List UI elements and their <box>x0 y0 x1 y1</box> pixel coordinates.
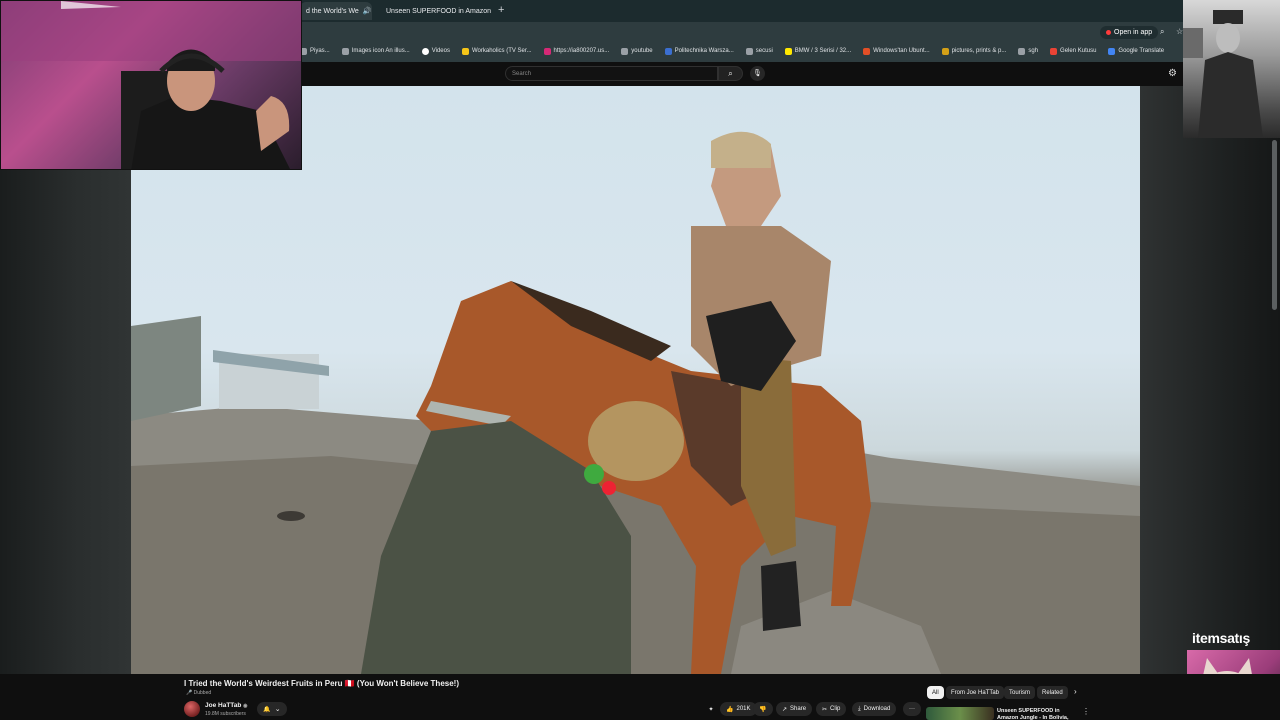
bookmark-item[interactable]: youtube <box>621 47 653 55</box>
scissors-icon: ✂ <box>822 706 828 713</box>
webcam-overlay <box>0 0 302 170</box>
settings-icon[interactable]: ⚙ <box>1168 68 1177 79</box>
sahibinden-icon <box>784 47 792 55</box>
figure-coat <box>1198 52 1263 138</box>
bookmark-item[interactable]: BMW / 3 Serisi / 32... <box>784 47 851 55</box>
open-app-dot-icon <box>1106 30 1111 35</box>
pompom <box>602 481 616 495</box>
recommended-thumbnail[interactable] <box>926 707 994 720</box>
chevron-down-icon: ⌄ <box>274 706 281 713</box>
tab-label: Unseen SUPERFOOD in Amazon <box>386 7 492 15</box>
pw-icon <box>664 47 672 55</box>
folder-icon <box>1018 47 1026 55</box>
dislike-button[interactable]: 👎 <box>753 702 773 716</box>
zoom-search-icon[interactable]: ⌕ <box>1160 27 1164 37</box>
thumbs-down-icon: 👎 <box>759 706 767 713</box>
bookmark-item[interactable]: secusi <box>745 47 773 55</box>
chevron-right-icon[interactable]: › <box>1074 687 1077 696</box>
ambient-right <box>1140 86 1280 674</box>
sparkle-icon: ✦ <box>708 706 714 713</box>
historic-photo-overlay <box>1183 0 1280 138</box>
folder-icon <box>621 47 629 55</box>
bookmark-list: Piyas... Images icon An illus... Videos … <box>300 44 1164 58</box>
rock <box>277 511 305 521</box>
download-button[interactable]: ⤓ Download <box>852 702 897 716</box>
bookmark-item[interactable]: Google Translate <box>1108 47 1164 55</box>
translate-icon <box>1108 47 1116 55</box>
page-scrollbar[interactable] <box>1272 140 1277 310</box>
recommended-title[interactable]: Unseen SUPERFOOD in Amazon Jungle - In B… <box>997 708 1079 720</box>
bookmark-item[interactable]: Windows'tan Ubunt... <box>863 47 930 55</box>
bookmark-item[interactable]: Politechnika Warsza... <box>664 47 734 55</box>
like-count: 201K <box>736 706 751 712</box>
dubbed-badge: 🎤 Dubbed <box>186 690 212 696</box>
recommended-more-icon[interactable]: ⋮ <box>1082 707 1090 716</box>
bookmark-item[interactable]: Piyas... <box>300 47 330 55</box>
new-tab-button[interactable]: + <box>498 4 504 16</box>
folder-icon <box>745 47 753 55</box>
gmail-icon <box>1050 47 1058 55</box>
screen: d the World's We 🔊 × Unseen SUPERFOOD in… <box>0 0 1280 720</box>
video-title: I Tried the World's Weirdest Fruits in P… <box>184 679 459 688</box>
video-player[interactable] <box>131 86 1140 674</box>
more-actions-button[interactable]: ··· <box>903 702 921 716</box>
like-button[interactable]: 👍 201K <box>720 702 757 716</box>
tab-label: d the World's We <box>306 7 359 15</box>
chip-all[interactable]: All <box>927 686 944 699</box>
imdb-icon <box>461 47 469 55</box>
video-frame-illustration <box>131 131 1140 674</box>
channel-avatar[interactable] <box>184 701 200 717</box>
search-button[interactable]: ⌕ <box>718 66 743 81</box>
subscriber-count: 19.8M subscribers <box>205 711 246 717</box>
share-icon: ↗ <box>782 706 788 713</box>
clip-button[interactable]: ✂ Clip <box>816 702 847 716</box>
open-in-app-button[interactable]: Open in app <box>1100 26 1159 39</box>
rider-shoe <box>761 561 801 631</box>
webcam-illustration <box>1 1 301 169</box>
ambient-left <box>0 86 131 674</box>
bell-icon: 🔔 <box>263 706 271 713</box>
bookmark-item[interactable]: Gelen Kutusu <box>1050 47 1096 55</box>
page-icon <box>341 47 349 55</box>
bookmark-item[interactable]: Workaholics (TV Ser... <box>461 47 532 55</box>
bookmark-item[interactable]: Videos <box>421 47 450 55</box>
audio-icon[interactable]: 🔊 <box>363 7 372 15</box>
tab-current-video[interactable]: d the World's We 🔊 × <box>300 2 372 20</box>
chip-related[interactable]: Related <box>1037 686 1068 699</box>
notification-bell-button[interactable]: 🔔 ⌄ <box>257 702 287 716</box>
ask-ai-button[interactable]: ✦ <box>704 702 718 716</box>
google-icon <box>421 47 429 55</box>
pin-icon <box>941 47 949 55</box>
chip-from-channel[interactable]: From Joe HaTTab <box>946 686 1005 699</box>
sponsor-logo: itemsatış <box>1192 630 1250 646</box>
share-button[interactable]: ↗ Share <box>776 702 813 716</box>
thumbs-up-icon: 👍 <box>726 706 734 713</box>
pompom <box>584 464 604 484</box>
web-icon <box>863 47 871 55</box>
bookmark-item[interactable]: https://ia800207.us... <box>543 47 609 55</box>
bystander <box>1183 28 1203 58</box>
voice-search-button[interactable]: 🎙 <box>750 66 765 81</box>
search-input[interactable]: Search <box>505 66 718 81</box>
instagram-icon <box>543 47 551 55</box>
chip-tourism[interactable]: Tourism <box>1004 686 1036 699</box>
bookmark-item[interactable]: sgh <box>1018 47 1038 55</box>
bookmark-item[interactable]: Images icon An illus... <box>341 47 410 55</box>
figure-face <box>1216 23 1240 53</box>
channel-name[interactable]: Joe HaTTab ◉ <box>205 702 248 709</box>
verified-icon: ◉ <box>243 703 248 709</box>
kalpak-hat <box>1213 10 1243 24</box>
rider-beanie <box>711 131 771 168</box>
more-icon: ··· <box>909 706 915 712</box>
download-icon: ⤓ <box>858 705 861 712</box>
fence <box>131 316 201 421</box>
tab-unseen-superfood[interactable]: Unseen SUPERFOOD in Amazon × <box>376 2 494 20</box>
photo-illustration <box>1183 10 1263 138</box>
bookmark-item[interactable]: pictures, prints & p... <box>941 47 1006 55</box>
wall-light <box>1 1 301 61</box>
